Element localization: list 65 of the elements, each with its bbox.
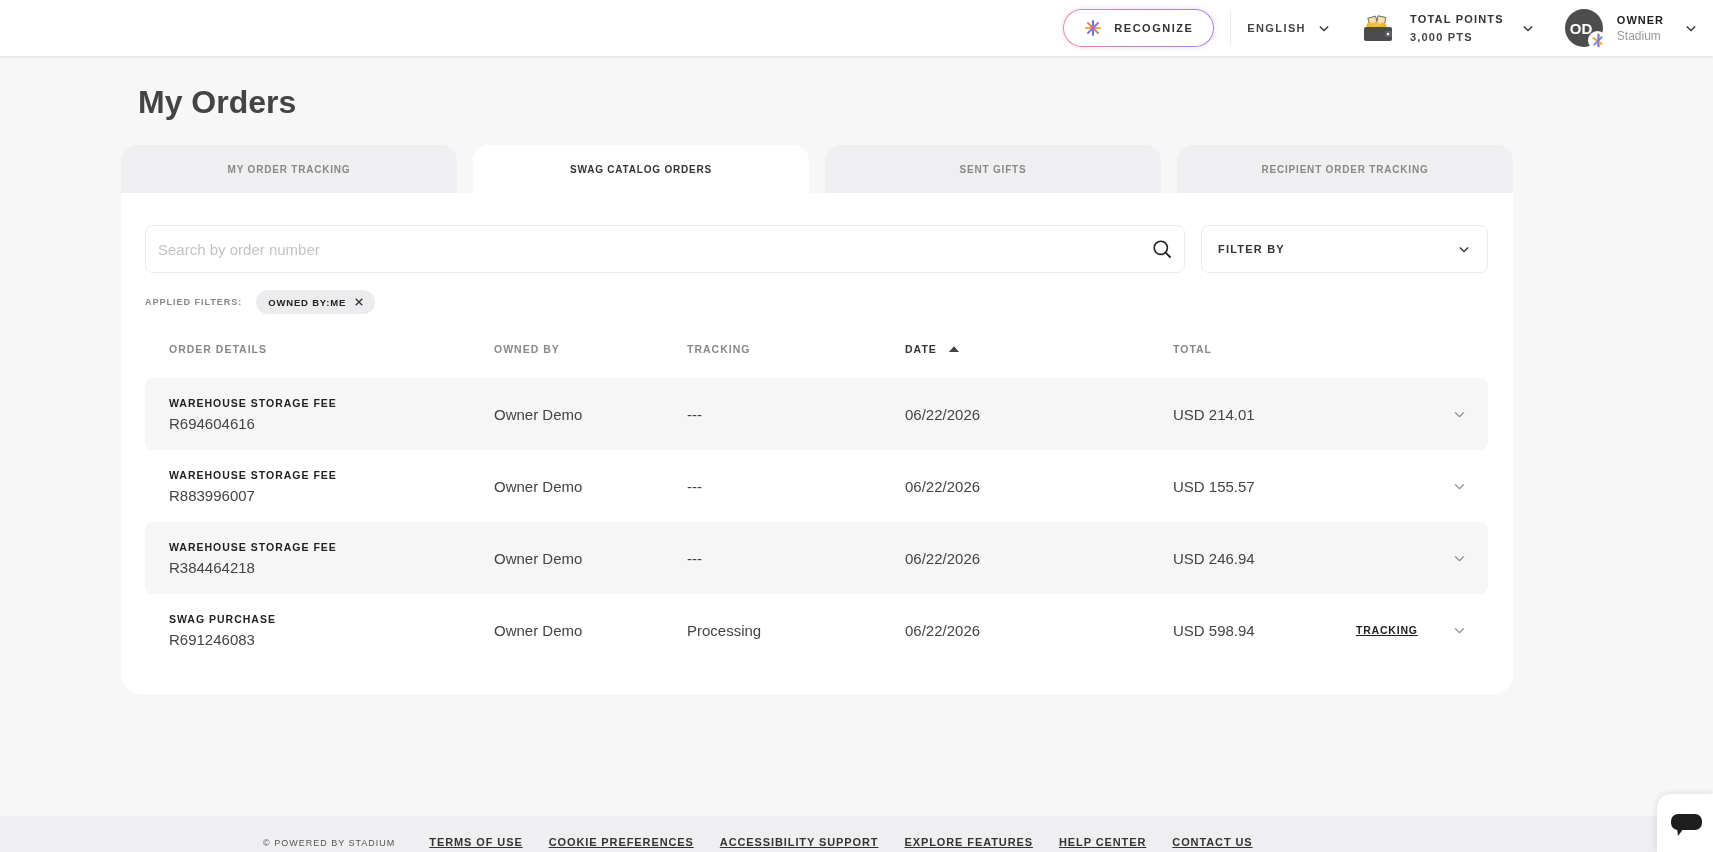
filter-chip-label: OWNED BY:ME	[268, 296, 347, 308]
tab[interactable]: SWAG CATALOG ORDERS	[473, 145, 809, 193]
close-icon[interactable]	[355, 298, 364, 306]
user-name: OWNER	[1616, 13, 1664, 26]
table-row[interactable]: WAREHOUSE STORAGE FEE R694604616 Owner Demo --- 06/22/2026 USD 214.01	[145, 378, 1488, 450]
table-cell: USD 155.57	[1173, 477, 1255, 495]
footer-link[interactable]: ACCESSIBILITY SUPPORT	[719, 836, 879, 849]
footer-link[interactable]: HELP CENTER	[1058, 836, 1147, 849]
table-cell: Owner Demo	[494, 621, 583, 639]
table-cell: ---	[687, 549, 702, 567]
company-name: Stadium	[1616, 28, 1662, 43]
order-number: R883996007	[169, 486, 255, 504]
table-cell: 06/22/2026	[905, 477, 981, 495]
table-row[interactable]: SWAG PURCHASE R691246083 Owner Demo Processing 06/22/2026 USD 598.94 TRACKING	[145, 594, 1488, 666]
wallet-icon	[1362, 15, 1393, 41]
table-cell: 06/22/2026	[905, 621, 981, 639]
column-header[interactable]: OWNED BY	[494, 339, 560, 359]
order-title: WAREHOUSE STORAGE FEE	[169, 468, 337, 481]
table-cell: Owner Demo	[494, 477, 583, 495]
page-title: My Orders	[138, 83, 297, 122]
avatar-initials: OD	[1569, 19, 1593, 37]
footer-link[interactable]: TERMS OF USE	[429, 836, 523, 849]
table-cell: ---	[687, 405, 702, 423]
chevron-down-icon	[1318, 24, 1329, 32]
column-header[interactable]: DATE	[905, 339, 959, 359]
order-title: WAREHOUSE STORAGE FEE	[169, 540, 337, 553]
chevron-down-icon	[1459, 245, 1469, 253]
tracking-link[interactable]: TRACKING	[1356, 624, 1418, 636]
table-cell: USD 598.94	[1173, 621, 1255, 639]
chevron-down-icon[interactable]	[1522, 24, 1533, 32]
chat-button[interactable]	[1657, 794, 1713, 852]
chevron-down-icon[interactable]	[1686, 24, 1696, 32]
points-label: TOTAL POINTS	[1409, 13, 1504, 25]
order-number: R691246083	[169, 630, 255, 648]
search-field[interactable]: Search by order number	[145, 225, 1185, 273]
table-row[interactable]: WAREHOUSE STORAGE FEE R883996007 Owner Demo --- 06/22/2026 USD 155.57	[145, 450, 1488, 522]
asterisk-icon	[1085, 20, 1102, 36]
sort-ascending-icon	[948, 346, 959, 352]
order-number: R694604616	[169, 414, 255, 432]
order-number: R384464218	[169, 558, 255, 576]
table-cell: USD 246.94	[1173, 549, 1255, 567]
search-icon[interactable]	[1153, 240, 1171, 258]
table-cell: 06/22/2026	[905, 405, 981, 423]
filter-dropdown[interactable]: FILTER BY	[1201, 225, 1488, 273]
table-cell: Owner Demo	[494, 405, 583, 423]
column-header[interactable]: ORDER DETAILS	[169, 339, 267, 359]
table-cell: Processing	[687, 621, 762, 639]
column-header[interactable]: TRACKING	[687, 339, 751, 359]
order-title: SWAG PURCHASE	[169, 612, 276, 625]
copyright-text: © POWERED BY STADIUM	[263, 837, 396, 849]
table-cell: ---	[687, 477, 702, 495]
footer-link[interactable]: CONTACT US	[1172, 836, 1253, 849]
footer-link[interactable]: EXPLORE FEATURES	[904, 836, 1033, 849]
order-title: WAREHOUSE STORAGE FEE	[169, 396, 337, 409]
chat-icon	[1671, 814, 1702, 836]
table-row[interactable]: WAREHOUSE STORAGE FEE R384464218 Owner Demo --- 06/22/2026 USD 246.94	[145, 522, 1488, 594]
recognize-button[interactable]: RECOGNIZE	[1063, 9, 1215, 47]
column-header[interactable]: TOTAL	[1173, 339, 1213, 359]
table-cell: Owner Demo	[494, 549, 583, 567]
table-cell: 06/22/2026	[905, 549, 981, 567]
table-cell: USD 214.01	[1173, 405, 1255, 423]
applied-filters-label: APPLIED FILTERS:	[145, 297, 243, 307]
points-value: 3,000 PTS	[1409, 31, 1474, 43]
footer-link[interactable]: COOKIE PREFERENCES	[548, 836, 694, 849]
language-dropdown[interactable]: ENGLISH	[1247, 13, 1329, 43]
